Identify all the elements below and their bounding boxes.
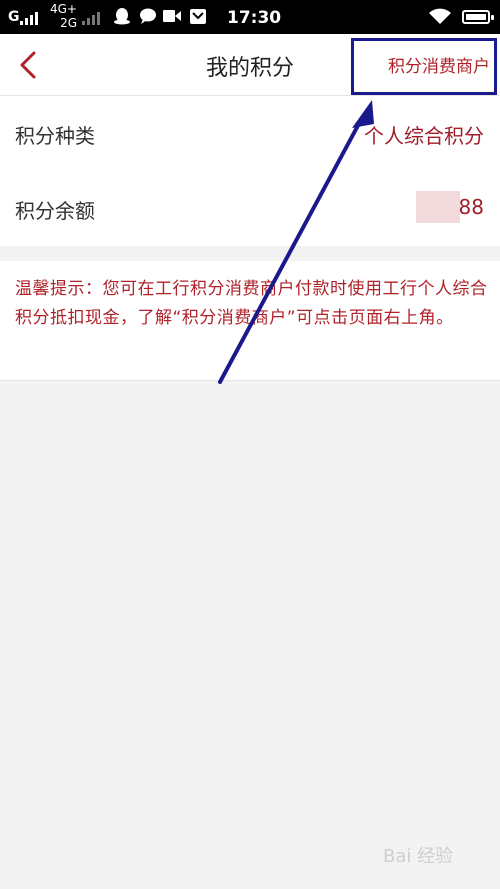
points-balance-label: 积分余额 [15,199,95,223]
network-indicator: 4G+ 2G [50,2,77,30]
points-type-value: 个人综合积分 [364,124,484,148]
points-balance-value: 88 [458,195,484,219]
status-time: 17:30 [227,8,282,28]
points-type-label: 积分种类 [15,124,95,148]
redacted-area [416,191,460,223]
tip-text: 温馨提示：您可在工行积分消费商户付款时使用工行个人综合积分抵扣现金，了解“积分消… [15,279,488,328]
message-icon [140,8,156,24]
carrier-label: G [8,9,20,25]
points-type-row: 积分种类 个人综合积分 [0,96,500,171]
qq-icon [114,8,130,25]
points-balance-row: 积分余额 88 [0,171,500,246]
points-info-panel: 积分种类 个人综合积分 积分余额 88 [0,96,500,246]
annotation-highlight-box [351,38,497,95]
watermark: Bai 经验 [383,846,454,867]
network-bottom-label: 2G [60,16,77,30]
mail-icon [190,9,206,24]
video-icon [163,10,181,22]
status-bar: G 4G+ 2G 17:30 [0,0,500,34]
battery-icon [462,10,494,24]
wifi-icon [429,8,451,24]
signal-icon-2 [82,12,100,25]
network-top-label: 4G+ [50,2,77,16]
signal-icon [20,12,38,25]
tip-panel: 温馨提示：您可在工行积分消费商户付款时使用工行个人综合积分抵扣现金，了解“积分消… [0,261,500,381]
